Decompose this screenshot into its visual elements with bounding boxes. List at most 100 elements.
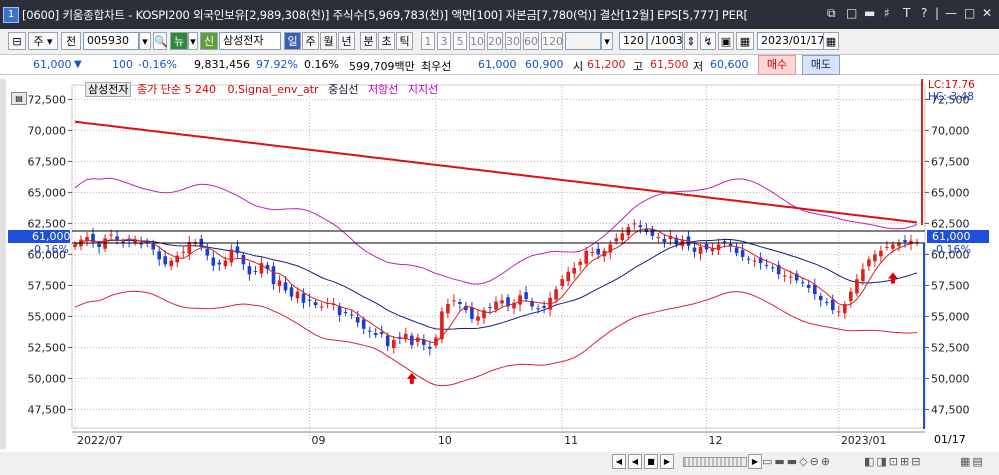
legend-stock-name[interactable]: 삼성전자 bbox=[85, 82, 132, 97]
price-chart-svg[interactable]: 47,50050,00052,50055,00057,50060,00062,5… bbox=[0, 75, 999, 455]
calendar-icon[interactable]: ▦ bbox=[823, 32, 839, 50]
code-dropdown-icon[interactable]: ▾ bbox=[139, 32, 151, 50]
candle-body bbox=[157, 251, 161, 260]
period-day[interactable]: 일 bbox=[284, 32, 301, 50]
candle-body bbox=[103, 238, 107, 249]
left-edge-strip bbox=[0, 79, 6, 449]
high-price: 61,500 bbox=[650, 58, 689, 71]
all-button[interactable]: 전 bbox=[61, 32, 81, 50]
interval-3[interactable]: 3 bbox=[437, 32, 451, 50]
period-minute[interactable]: 분 bbox=[360, 32, 377, 50]
link-icon[interactable]: ⧉ bbox=[827, 6, 836, 21]
market-select[interactable]: 주 ▾ bbox=[28, 32, 58, 50]
candle-body bbox=[813, 284, 817, 295]
candle-body bbox=[524, 292, 528, 299]
news-button[interactable]: 뉴 bbox=[170, 32, 188, 50]
candle-body bbox=[223, 260, 228, 267]
minimize-icon[interactable]: — bbox=[945, 6, 957, 20]
code-input[interactable]: 005930 bbox=[83, 32, 139, 50]
legend-support[interactable]: 지지선 bbox=[408, 83, 438, 96]
candle-body bbox=[885, 247, 889, 248]
candle-body bbox=[458, 302, 462, 304]
interval-1[interactable]: 1 bbox=[421, 32, 435, 50]
candle-body bbox=[590, 251, 594, 253]
y-tick-label-right: 62,500 bbox=[931, 217, 970, 230]
open-price: 61,200 bbox=[587, 58, 626, 71]
candle-body bbox=[169, 260, 173, 267]
candle-body bbox=[782, 275, 787, 277]
candle-body bbox=[638, 225, 643, 228]
restore-icon[interactable]: □ bbox=[846, 6, 857, 20]
interval-60[interactable]: 60 bbox=[523, 32, 539, 50]
scroll-right-button[interactable]: ▶ bbox=[748, 454, 762, 469]
candle-body bbox=[698, 247, 703, 254]
buy-button[interactable]: 매수 bbox=[758, 55, 796, 75]
candle-body bbox=[133, 240, 137, 243]
candle-body bbox=[806, 284, 811, 288]
count-input[interactable]: 120 bbox=[619, 32, 647, 50]
candle-body bbox=[217, 262, 222, 265]
tool-icon[interactable]: ↯ bbox=[700, 32, 716, 50]
indicator-list-icon[interactable]: ▤ bbox=[11, 92, 27, 105]
chart-area[interactable]: 47,500 50,000 52,500 55,000 57,500 60,000 62,5… bbox=[0, 75, 999, 455]
period-tick[interactable]: 틱 bbox=[396, 32, 413, 50]
legend-center[interactable]: 중심선 bbox=[328, 83, 358, 96]
candle-body bbox=[692, 247, 697, 252]
next-button[interactable]: ▶ bbox=[660, 454, 674, 469]
lc-label: LC:17.76 bbox=[928, 79, 975, 91]
left-pct-label: -0.16% bbox=[30, 243, 69, 256]
period-month[interactable]: 월 bbox=[320, 32, 337, 50]
text-icon[interactable]: T bbox=[903, 6, 910, 20]
interval-30[interactable]: 30 bbox=[505, 32, 521, 50]
zoom-controls[interactable]: ▭▬▬◇⊖⊕ bbox=[762, 455, 832, 468]
candle-body bbox=[825, 302, 829, 304]
current-price: 61,000 bbox=[33, 58, 72, 71]
interval-20[interactable]: 20 bbox=[487, 32, 503, 50]
x-tick-label: 2022/07 bbox=[77, 434, 123, 447]
scroll-left-button[interactable]: ◀ bbox=[612, 454, 626, 469]
interval-120[interactable]: 120 bbox=[541, 32, 563, 50]
period-week[interactable]: 주 bbox=[302, 32, 319, 50]
settings-icons[interactable]: ▦▤ bbox=[960, 455, 985, 468]
window-title: [0600] 키움종합차트 - KOSPI200 외국인보유[2,989,308… bbox=[22, 8, 748, 22]
title-bar: 1 [0600] 키움종합차트 - KOSPI200 외국인보유[2,989,3… bbox=[0, 0, 999, 29]
legend-signal[interactable]: 0,Signal_env_atr bbox=[227, 83, 318, 96]
candle-body bbox=[253, 271, 258, 273]
period-year[interactable]: 년 bbox=[338, 32, 355, 50]
date-input[interactable]: 2023/01/17 bbox=[757, 32, 825, 50]
scroll-thumb[interactable] bbox=[684, 458, 744, 466]
y-tick-label-right: 47,500 bbox=[931, 403, 970, 416]
credit-button[interactable]: 신 bbox=[200, 32, 218, 50]
view-controls[interactable]: ◧◨⊡⊞⊟ bbox=[864, 455, 922, 468]
calendar-tool-icon[interactable]: ▦ bbox=[736, 32, 754, 50]
interval-5[interactable]: 5 bbox=[453, 32, 467, 50]
period-second[interactable]: 초 bbox=[378, 32, 395, 50]
x-tick-label: 09 bbox=[312, 434, 326, 447]
interval-10[interactable]: 10 bbox=[469, 32, 485, 50]
legend-ma[interactable]: 종가 단순 5 240 bbox=[137, 83, 216, 96]
zoom-icon[interactable]: ⇕ bbox=[684, 32, 698, 50]
legend-resist[interactable]: 저항선 bbox=[368, 83, 398, 96]
layout-icon[interactable]: ⊟ bbox=[8, 32, 26, 50]
news-dropdown-icon[interactable]: ▾ bbox=[188, 32, 198, 50]
minimize-small-icon[interactable]: ▬ bbox=[864, 6, 875, 20]
candle-body bbox=[115, 236, 119, 240]
stop-button[interactable]: ■ bbox=[644, 454, 658, 469]
save-icon[interactable]: ▣ bbox=[718, 32, 734, 50]
pin-icon[interactable]: ♯ bbox=[884, 6, 890, 20]
sell-button[interactable]: 매도 bbox=[802, 55, 840, 75]
y-tick-label-right: 67,500 bbox=[931, 155, 970, 168]
interval-custom-input[interactable] bbox=[565, 32, 601, 50]
candle-body bbox=[343, 312, 348, 314]
help-icon[interactable]: ? bbox=[921, 6, 927, 20]
candle-body bbox=[722, 241, 727, 243]
y-tick-label-right: 65,000 bbox=[931, 186, 970, 199]
scroll-track[interactable] bbox=[683, 457, 747, 467]
candle-body bbox=[121, 241, 125, 243]
search-icon[interactable]: 🔍 bbox=[153, 32, 168, 50]
interval-dropdown-icon[interactable]: ▾ bbox=[601, 32, 613, 50]
maximize-icon[interactable]: □ bbox=[964, 6, 975, 20]
prev-button[interactable]: ◀ bbox=[628, 454, 642, 469]
close-icon[interactable]: ✕ bbox=[982, 6, 992, 20]
candle-body bbox=[849, 291, 853, 301]
